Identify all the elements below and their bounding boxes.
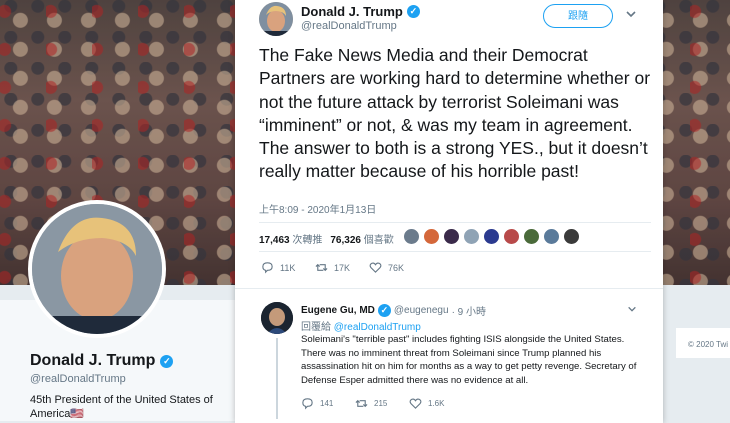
like-stat-label: 個喜歡 bbox=[363, 235, 394, 246]
profile-name-text: Donald J. Trump bbox=[30, 352, 156, 369]
liker-avatar[interactable] bbox=[403, 228, 420, 245]
retweet-button[interactable]: 17K bbox=[315, 261, 369, 274]
tweet-actions: 11K 17K 76K bbox=[261, 261, 423, 274]
chevron-down-icon[interactable] bbox=[627, 304, 637, 314]
author-avatar[interactable] bbox=[259, 2, 293, 36]
retweet-count: 17K bbox=[334, 262, 351, 273]
retweet-stat-label: 次轉推 bbox=[292, 235, 323, 246]
reply-icon bbox=[302, 398, 313, 410]
like-count: 76K bbox=[388, 262, 405, 273]
reply-author-name[interactable]: Eugene Gu, MD bbox=[301, 305, 375, 316]
tweet-text: The Fake News Media and their Democrat P… bbox=[259, 45, 651, 182]
reply-author-handle[interactable]: @eugenegu bbox=[394, 305, 449, 316]
retweet-count: 17,463 bbox=[259, 235, 290, 246]
retweet-icon bbox=[355, 399, 368, 408]
copyright-text: © 2020 Twi bbox=[688, 340, 728, 349]
reply-actions: 141 215 1.6K bbox=[301, 397, 463, 410]
reply-text: Soleimani's "terrible past" includes fig… bbox=[301, 334, 637, 386]
reply-time[interactable]: · 9 小時 bbox=[452, 303, 486, 318]
like-count: 76,326 bbox=[330, 235, 361, 246]
divider bbox=[259, 251, 651, 252]
liker-avatar[interactable] bbox=[543, 228, 560, 245]
liker-avatar[interactable] bbox=[463, 228, 480, 245]
bio-text: 45th President of the United States of A… bbox=[30, 394, 213, 420]
liker-avatar[interactable] bbox=[523, 228, 540, 245]
heart-icon bbox=[369, 262, 382, 273]
like-count: 1.6K bbox=[428, 399, 445, 408]
flag-emoji: 🇺🇸 bbox=[70, 408, 85, 420]
follow-button[interactable]: 跟隨 bbox=[543, 4, 613, 28]
author-portrait bbox=[259, 2, 293, 36]
replying-to-handle[interactable]: @realDonaldTrump bbox=[334, 322, 421, 333]
liker-avatar[interactable] bbox=[443, 228, 460, 245]
tweet-modal: Donald J. Trump ✓ @realDonaldTrump 跟隨 Th… bbox=[235, 0, 663, 423]
profile-avatar[interactable] bbox=[28, 200, 166, 338]
replying-to: 回覆給 @realDonaldTrump bbox=[301, 318, 421, 333]
thread-line bbox=[276, 338, 278, 419]
reply-icon bbox=[262, 262, 273, 274]
reply-author-portrait bbox=[261, 302, 293, 334]
reply-button[interactable]: 11K bbox=[261, 261, 315, 274]
replying-to-label: 回覆給 bbox=[301, 322, 331, 333]
divider bbox=[259, 222, 651, 223]
retweet-count: 215 bbox=[374, 399, 388, 408]
verified-badge-icon: ✓ bbox=[160, 354, 174, 368]
author-name[interactable]: Donald J. Trump ✓ bbox=[301, 4, 420, 19]
author-name-text[interactable]: Donald J. Trump bbox=[301, 4, 403, 19]
profile-handle: @realDonaldTrump bbox=[30, 373, 126, 385]
verified-badge-icon: ✓ bbox=[406, 5, 420, 18]
retweet-stat[interactable]: 17,463 次轉推 bbox=[259, 231, 322, 246]
avatar-portrait bbox=[32, 204, 162, 334]
tweet-timestamp[interactable]: 上午8:09 - 2020年1月13日 bbox=[259, 201, 376, 216]
reply-author-avatar[interactable] bbox=[261, 302, 293, 334]
profile-name: Donald J. Trump ✓ bbox=[30, 352, 174, 370]
divider bbox=[235, 288, 663, 289]
like-button[interactable]: 76K bbox=[369, 261, 423, 274]
liker-avatar[interactable] bbox=[563, 228, 580, 245]
verified-badge-icon: ✓ bbox=[377, 304, 391, 317]
liker-avatar[interactable] bbox=[503, 228, 520, 245]
like-stat[interactable]: 76,326 個喜歡 bbox=[330, 231, 393, 246]
liker-avatar[interactable] bbox=[483, 228, 500, 245]
author-handle[interactable]: @realDonaldTrump bbox=[301, 20, 397, 32]
like-button[interactable]: 1.6K bbox=[409, 397, 463, 410]
liker-avatars[interactable] bbox=[403, 228, 580, 245]
reply-button[interactable]: 141 bbox=[301, 397, 355, 410]
liker-avatar[interactable] bbox=[423, 228, 440, 245]
heart-icon bbox=[409, 398, 422, 409]
tweet-stats: 17,463 次轉推 76,326 個喜歡 bbox=[259, 231, 394, 246]
chevron-down-icon[interactable] bbox=[625, 8, 637, 20]
reply-header: Eugene Gu, MD ✓ @eugenegu · 9 小時 bbox=[301, 303, 486, 318]
retweet-button[interactable]: 215 bbox=[355, 397, 409, 410]
reply-count: 11K bbox=[280, 262, 296, 273]
retweet-icon bbox=[315, 263, 328, 272]
profile-bio: 45th President of the United States of A… bbox=[30, 393, 220, 421]
reply-count: 141 bbox=[320, 399, 334, 408]
